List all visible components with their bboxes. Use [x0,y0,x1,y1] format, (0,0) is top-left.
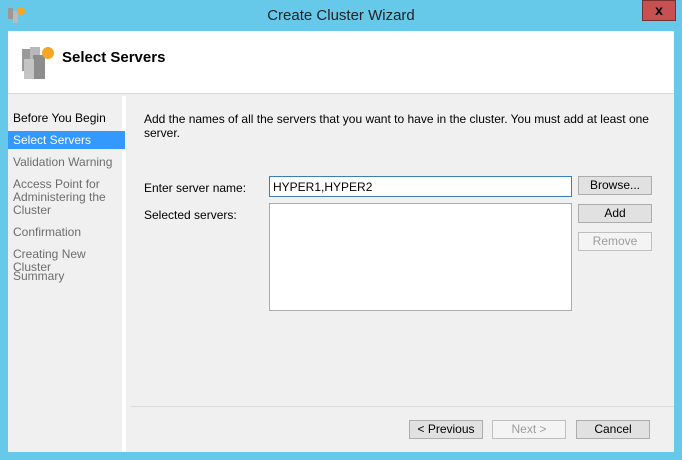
step-validation-warning: Validation Warning [13,155,113,169]
title-bar: Create Cluster Wizard x [0,0,682,31]
window-title: Create Cluster Wizard [267,7,415,24]
selected-servers-list[interactable] [269,203,572,311]
wizard-client: Select Servers Before You Begin Select S… [8,31,674,452]
remove-button: Remove [578,232,652,251]
wizard-header: Select Servers [8,31,674,94]
footer-divider [130,406,674,407]
servers-icon [22,47,54,79]
instructions: Add the names of all the servers that yo… [144,112,649,140]
cancel-button[interactable]: Cancel [576,420,650,439]
page-title: Select Servers [62,49,166,66]
next-button: Next > [492,420,566,439]
selected-servers-label: Selected servers: [144,208,237,222]
add-button[interactable]: Add [578,204,652,223]
server-name-label: Enter server name: [144,181,247,195]
previous-button[interactable]: < Previous [409,420,483,439]
step-summary: Summary [13,269,65,283]
close-button[interactable]: x [642,0,676,21]
wizard-page: Add the names of all the servers that yo… [130,96,674,452]
step-select-servers[interactable]: Select Servers [8,131,125,149]
wizard-steps: Before You Begin Select Servers Validati… [8,96,126,452]
step-before-you-begin[interactable]: Before You Begin [8,112,125,125]
step-access-point: Access Point for Administering the Clust… [13,177,106,217]
server-name-input[interactable] [269,176,572,197]
step-confirmation: Confirmation [13,225,82,239]
browse-button[interactable]: Browse... [578,176,652,195]
